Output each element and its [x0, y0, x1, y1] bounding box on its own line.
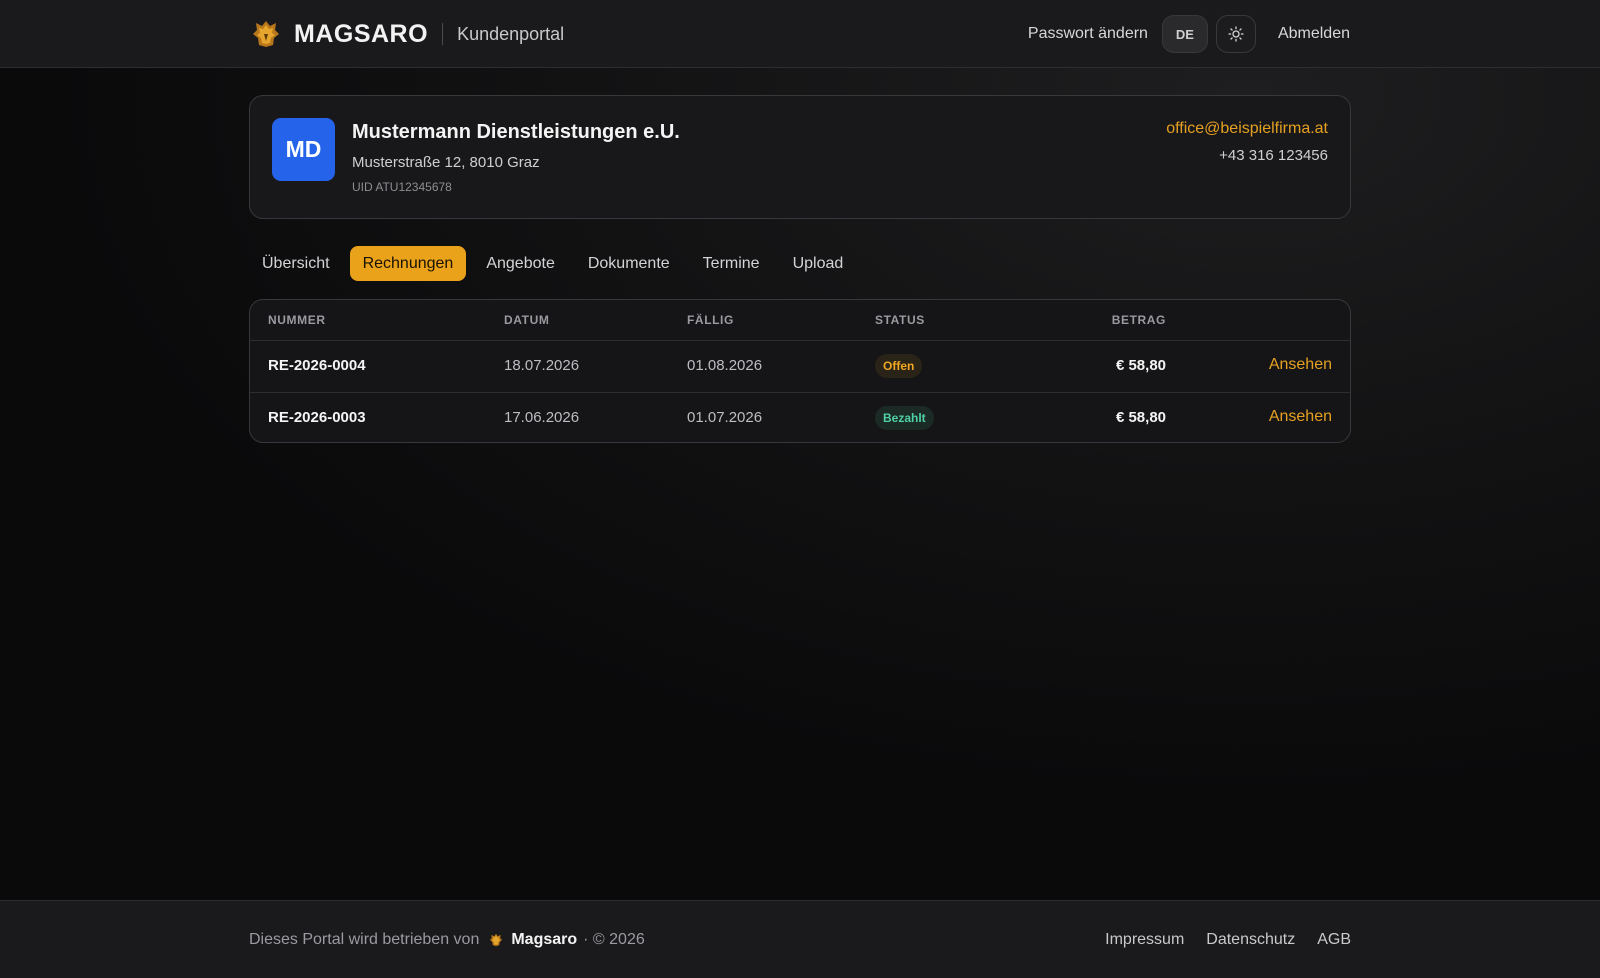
company-address: Musterstraße 12, 8010 Graz — [352, 154, 540, 171]
status-badge-open: Offen — [875, 354, 923, 378]
theme-toggle-button[interactable] — [1215, 15, 1256, 53]
footer-links: Impressum Datenschutz AGB — [1083, 931, 1351, 949]
tab-termine[interactable]: Termine — [690, 246, 773, 281]
status-badge-paid: Bezahlt — [875, 406, 934, 430]
sun-icon — [1228, 26, 1244, 42]
logout-link[interactable]: Abmelden — [1278, 25, 1350, 43]
column-header-amount: BETRAG — [1111, 313, 1166, 327]
brand[interactable]: MAGSARO Kundenportal — [250, 18, 564, 50]
footer-brand-link[interactable]: Magsaro — [511, 931, 577, 949]
tab-angebote[interactable]: Angebote — [473, 246, 568, 281]
invoice-amount: € 58,80 — [1115, 357, 1166, 374]
tab-bar: Übersicht Rechnungen Angebote Dokumente … — [249, 246, 863, 281]
table-row: RE-2026-0003 17.06.2026 01.07.2026 Bezah… — [250, 392, 1350, 442]
tab-rechnungen[interactable]: Rechnungen — [349, 246, 467, 281]
column-header-status: STATUS — [875, 313, 925, 327]
footer-operated-by-text: Dieses Portal wird betrieben von — [249, 931, 480, 948]
top-header: MAGSARO Kundenportal Passwort ändern DE … — [0, 0, 1600, 68]
change-password-link[interactable]: Passwort ändern — [1028, 25, 1148, 43]
invoice-date: 18.07.2026 — [504, 357, 580, 374]
header-actions: Passwort ändern DE Abmelden — [1028, 15, 1350, 53]
tab-dokumente[interactable]: Dokumente — [575, 246, 683, 281]
invoice-due-date: 01.07.2026 — [687, 409, 763, 426]
wolf-logo-icon — [489, 932, 503, 948]
invoice-due-date: 01.08.2026 — [687, 357, 763, 374]
wolf-logo-icon — [250, 18, 282, 50]
brand-divider — [442, 23, 444, 45]
brand-name: MAGSARO — [294, 19, 429, 48]
datenschutz-link[interactable]: Datenschutz — [1206, 931, 1295, 949]
column-header-number: NUMMER — [268, 313, 326, 327]
company-avatar: MD — [272, 118, 335, 181]
footer: Dieses Portal wird betrieben von Magsaro… — [0, 900, 1600, 978]
column-header-date: DATUM — [504, 313, 550, 327]
language-button[interactable]: DE — [1161, 15, 1208, 53]
company-card: MD Mustermann Dienstleistungen e.U. Must… — [249, 95, 1351, 219]
invoice-amount: € 58,80 — [1115, 409, 1166, 426]
table-row: RE-2026-0004 18.07.2026 01.08.2026 Offen… — [250, 341, 1350, 392]
table-header: NUMMER DATUM FÄLLIG STATUS BETRAG — [250, 300, 1350, 341]
company-uid: UID ATU12345678 — [352, 180, 452, 194]
footer-copyright: · © 2026 — [583, 931, 645, 948]
company-phone: +43 316 123456 — [1219, 147, 1328, 164]
company-name: Mustermann Dienstleistungen e.U. — [352, 121, 680, 143]
company-email-link[interactable]: office@beispielfirma.at — [1166, 120, 1328, 138]
agb-link[interactable]: AGB — [1317, 931, 1351, 949]
column-header-due: FÄLLIG — [687, 313, 734, 327]
view-invoice-link[interactable]: Ansehen — [1269, 408, 1332, 426]
view-invoice-link[interactable]: Ansehen — [1269, 356, 1332, 374]
tab-upload[interactable]: Upload — [780, 246, 857, 281]
tab-uebersicht[interactable]: Übersicht — [249, 246, 343, 281]
invoice-number: RE-2026-0004 — [268, 357, 366, 374]
impressum-link[interactable]: Impressum — [1105, 931, 1184, 949]
invoice-number: RE-2026-0003 — [268, 409, 366, 426]
invoice-date: 17.06.2026 — [504, 409, 580, 426]
brand-subtitle: Kundenportal — [457, 23, 565, 44]
invoice-table: NUMMER DATUM FÄLLIG STATUS BETRAG RE-202… — [249, 299, 1351, 443]
